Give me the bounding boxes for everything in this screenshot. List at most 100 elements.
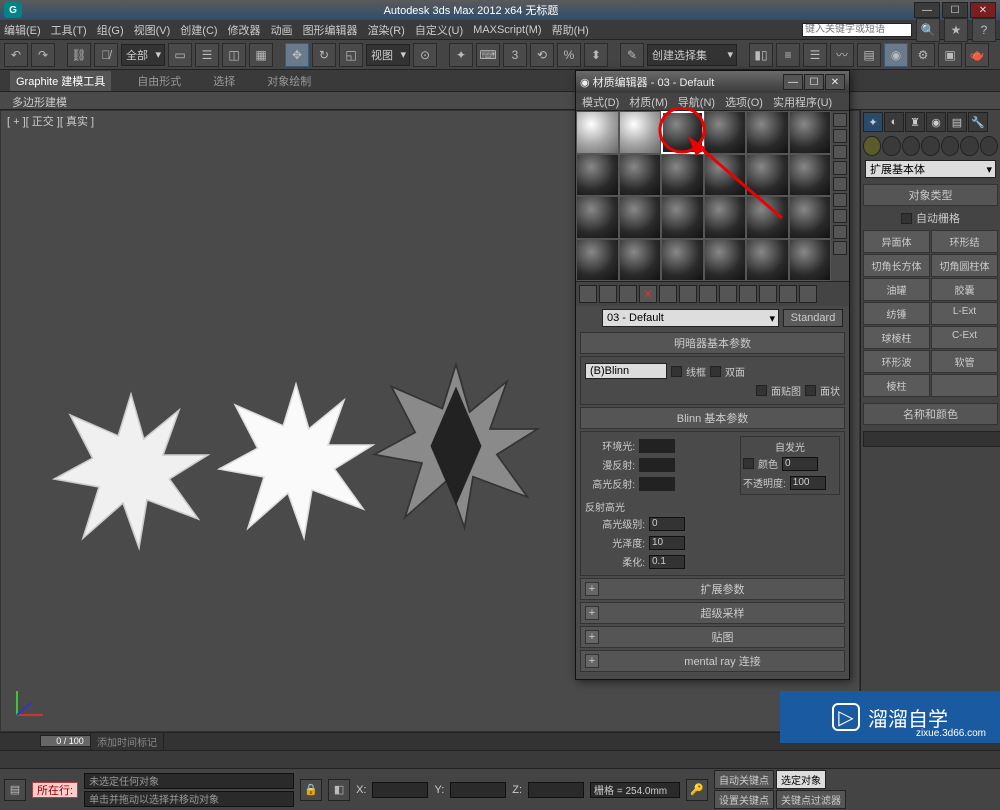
isolate-button[interactable]: ◧: [328, 779, 350, 801]
percent-snap-button[interactable]: %: [557, 43, 581, 67]
mat-slot-7[interactable]: [576, 154, 619, 197]
sample-type-button[interactable]: [833, 113, 847, 127]
material-editor-titlebar[interactable]: ◉ 材质编辑器 - 03 - Default — ☐ ✕: [576, 71, 849, 93]
menu-group[interactable]: 组(G): [97, 22, 124, 38]
mat-slot-17[interactable]: [746, 196, 789, 239]
obj-chamferbox[interactable]: 切角长方体: [863, 254, 930, 277]
pivot-button[interactable]: ⊙: [413, 43, 437, 67]
ribbon-tab-objectpaint[interactable]: 对象绘制: [261, 71, 317, 91]
put-to-scene-button[interactable]: [599, 285, 617, 303]
cmd-tab-modify[interactable]: ◐: [884, 112, 904, 132]
ribbon-tab-freeform[interactable]: 自由形式: [131, 71, 187, 91]
named-selset-dropdown[interactable]: 创建选择集: [647, 44, 737, 66]
mat-slot-5[interactable]: [746, 111, 789, 154]
curve-editor-button[interactable]: 〰: [830, 43, 854, 67]
matmap-nav-button[interactable]: [833, 241, 847, 255]
mat-slot-20[interactable]: [619, 239, 662, 282]
get-material-button[interactable]: [579, 285, 597, 303]
show-end-button[interactable]: [759, 285, 777, 303]
mat-slot-1[interactable]: [576, 111, 619, 154]
z-input[interactable]: [528, 782, 584, 798]
angle-snap-button[interactable]: ⟲: [530, 43, 554, 67]
menu-modifiers[interactable]: 修改器: [228, 22, 261, 38]
gloss-spinner[interactable]: [649, 536, 685, 550]
obj-hedra[interactable]: 异面体: [863, 230, 930, 253]
ref-coord-dropdown[interactable]: 视图: [366, 44, 410, 66]
mat-menu-material[interactable]: 材质(M): [629, 94, 668, 110]
keyfilter-button[interactable]: 关键点过滤器: [776, 790, 846, 809]
pick-button[interactable]: [582, 310, 598, 326]
show-map-button[interactable]: [739, 285, 757, 303]
wire-checkbox[interactable]: [671, 366, 682, 377]
help-search-icon[interactable]: 🔍: [916, 18, 940, 42]
mat-minimize-button[interactable]: —: [783, 74, 803, 90]
assign-to-sel-button[interactable]: [619, 285, 637, 303]
obj-oiltank[interactable]: 油罐: [863, 278, 930, 301]
ribbon-tab-selection[interactable]: 选择: [207, 71, 241, 91]
object-star-2[interactable]: [216, 381, 376, 541]
matid-button[interactable]: [719, 285, 737, 303]
spinner-snap-button[interactable]: ⬍: [584, 43, 608, 67]
manipulate-button[interactable]: ✦: [449, 43, 473, 67]
render-button[interactable]: 🫖: [965, 43, 989, 67]
selection-filter-dropdown[interactable]: 全部: [121, 44, 165, 66]
reset-map-button[interactable]: ✕: [639, 285, 657, 303]
menu-rendering[interactable]: 渲染(R): [368, 22, 405, 38]
facemap-checkbox[interactable]: [756, 385, 767, 396]
mat-slot-13[interactable]: [576, 196, 619, 239]
setkey-button[interactable]: 设置关键点: [714, 790, 774, 809]
mat-slot-24[interactable]: [789, 239, 832, 282]
options-button[interactable]: [833, 209, 847, 223]
menu-views[interactable]: 视图(V): [134, 22, 171, 38]
select-name-button[interactable]: ☰: [195, 43, 219, 67]
key-button[interactable]: 🔑: [686, 779, 708, 801]
mat-slot-16[interactable]: [704, 196, 747, 239]
soften-spinner[interactable]: [649, 555, 685, 569]
background-button[interactable]: [833, 145, 847, 159]
select-region-button[interactable]: ◫: [222, 43, 246, 67]
cmd-tab-motion[interactable]: ◉: [926, 112, 946, 132]
mat-maximize-button[interactable]: ☐: [804, 74, 824, 90]
menu-edit[interactable]: 编辑(E): [4, 22, 41, 38]
x-input[interactable]: [372, 782, 428, 798]
mat-slot-3[interactable]: [661, 111, 704, 154]
obj-cext[interactable]: C-Ext: [931, 326, 998, 349]
name-color-header[interactable]: 名称和颜色: [863, 403, 998, 425]
faceted-checkbox[interactable]: [805, 385, 816, 396]
geometry-category-dropdown[interactable]: 扩展基本体: [865, 160, 996, 178]
mat-menu-utilities[interactable]: 实用程序(U): [773, 94, 832, 110]
twosided-checkbox[interactable]: [710, 366, 721, 377]
rotate-button[interactable]: ↻: [312, 43, 336, 67]
menu-grapheditors[interactable]: 图形编辑器: [303, 22, 358, 38]
mat-menu-modes[interactable]: 模式(D): [582, 94, 619, 110]
layers-button[interactable]: ☰: [803, 43, 827, 67]
obj-lext[interactable]: L-Ext: [931, 302, 998, 325]
undo-button[interactable]: ↶: [4, 43, 28, 67]
mat-slot-19[interactable]: [576, 239, 619, 282]
menu-customize[interactable]: 自定义(U): [415, 22, 463, 38]
rollout-mentalray[interactable]: mental ray 连接: [580, 650, 845, 672]
snap-toggle-button[interactable]: 3: [503, 43, 527, 67]
make-unique-button[interactable]: [679, 285, 697, 303]
mat-slot-21[interactable]: [661, 239, 704, 282]
scale-button[interactable]: ◱: [339, 43, 363, 67]
lock-selection-button[interactable]: 🔒: [300, 779, 322, 801]
schematic-button[interactable]: ▤: [857, 43, 881, 67]
obj-gengon[interactable]: 球棱柱: [863, 326, 930, 349]
y-input[interactable]: [450, 782, 506, 798]
mat-slot-22[interactable]: [704, 239, 747, 282]
help-star-icon[interactable]: ★: [944, 18, 968, 42]
selfillum-color-checkbox[interactable]: [743, 458, 754, 469]
opacity-spinner[interactable]: [790, 476, 826, 490]
object-type-header[interactable]: 对象类型: [863, 184, 998, 206]
cmd-sub-shapes[interactable]: [882, 136, 900, 156]
put-to-lib-button[interactable]: [699, 285, 717, 303]
obj-prism[interactable]: 棱柱: [863, 374, 930, 397]
object-star-3[interactable]: [371, 361, 541, 531]
cmd-tab-hierarchy[interactable]: ♜: [905, 112, 925, 132]
mat-slot-9[interactable]: [661, 154, 704, 197]
rollout-extended[interactable]: 扩展参数: [580, 578, 845, 600]
move-button[interactable]: ✥: [285, 43, 309, 67]
mat-slot-6[interactable]: [789, 111, 832, 154]
mat-slot-15[interactable]: [661, 196, 704, 239]
